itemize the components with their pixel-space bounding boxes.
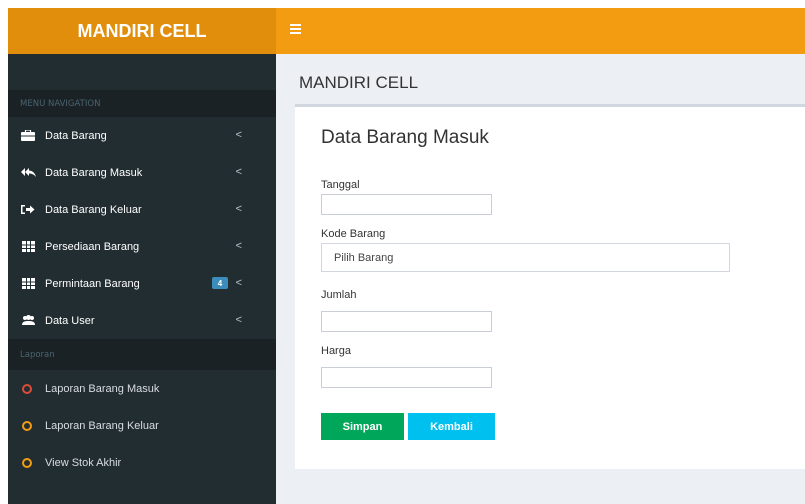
sidebar-item-label: Data Barang — [45, 129, 107, 142]
sidebar-item-permintaan-barang[interactable]: Permintaan Barang 4 < — [8, 265, 276, 302]
page-title: MANDIRI CELL — [299, 73, 419, 92]
sidebar-nav-header: MENU NAVIGATION — [8, 90, 276, 117]
sidebar-report-header: Laporan — [8, 339, 276, 370]
sidebar-item-data-barang-masuk[interactable]: Data Barang Masuk < — [8, 154, 276, 191]
kembali-button[interactable]: Kembali — [408, 413, 495, 440]
chevron-left-icon: < — [235, 129, 242, 141]
tanggal-input[interactable] — [321, 194, 492, 215]
tanggal-label: Tanggal — [321, 179, 360, 191]
form-box: Data Barang Masuk Tanggal Kode Barang Pi… — [295, 104, 805, 469]
sidebar-item-label: Persediaan Barang — [45, 240, 140, 253]
jumlah-label: Jumlah — [321, 289, 357, 301]
sidebar-item-label: Data User — [45, 314, 95, 327]
count-badge: 4 — [212, 277, 228, 289]
sidebar-user-panel — [8, 54, 276, 90]
app-logo[interactable]: MANDIRI CELL — [8, 8, 276, 54]
sidebar-item-label: Laporan Barang Masuk — [45, 382, 160, 395]
chevron-left-icon: < — [235, 277, 242, 289]
top-navbar — [276, 8, 805, 54]
sidebar-item-persediaan-barang[interactable]: Persediaan Barang < — [8, 228, 276, 265]
kode-barang-label: Kode Barang — [321, 228, 386, 240]
harga-input[interactable] — [321, 367, 492, 388]
harga-label: Harga — [321, 345, 351, 357]
sidebar-item-label: Data Barang Masuk — [45, 166, 143, 179]
sidebar-item-label: View Stok Akhir — [45, 456, 122, 469]
sidebar-item-data-user[interactable]: Data User < — [8, 302, 276, 339]
circle-icon — [22, 420, 32, 431]
table-icon — [20, 241, 36, 253]
sidebar: MENU NAVIGATION Data Barang < Data Baran… — [8, 54, 276, 504]
chevron-left-icon: < — [235, 314, 242, 326]
sidebar-item-laporan-barang-masuk[interactable]: Laporan Barang Masuk — [8, 370, 276, 407]
sidebar-item-view-stok-akhir[interactable]: View Stok Akhir — [8, 444, 276, 481]
kode-barang-select[interactable]: Pilih Barang — [321, 243, 730, 272]
sidebar-item-data-barang-keluar[interactable]: Data Barang Keluar < — [8, 191, 276, 228]
sidebar-item-label: Laporan Barang Keluar — [45, 419, 159, 432]
sidebar-item-label: Data Barang Keluar — [45, 203, 142, 216]
table-icon — [20, 278, 36, 290]
sidebar-item-label: Permintaan Barang — [45, 277, 140, 290]
jumlah-input[interactable] — [321, 311, 492, 332]
sign-out-icon — [20, 204, 36, 216]
chevron-left-icon: < — [235, 240, 242, 252]
chevron-left-icon: < — [235, 166, 242, 178]
sidebar-item-laporan-barang-keluar[interactable]: Laporan Barang Keluar — [8, 407, 276, 444]
sidebar-item-data-barang[interactable]: Data Barang < — [8, 117, 276, 154]
circle-icon — [22, 457, 32, 468]
menu-toggle-icon[interactable] — [290, 24, 301, 36]
chevron-left-icon: < — [235, 203, 242, 215]
circle-icon — [22, 383, 32, 394]
reply-all-icon — [20, 167, 36, 179]
app-frame: MANDIRI CELL MENU NAVIGATION Data Barang… — [8, 8, 805, 504]
box-title: Data Barang Masuk — [321, 127, 489, 148]
users-icon — [20, 315, 36, 327]
briefcase-icon — [20, 130, 36, 142]
simpan-button[interactable]: Simpan — [321, 413, 404, 440]
